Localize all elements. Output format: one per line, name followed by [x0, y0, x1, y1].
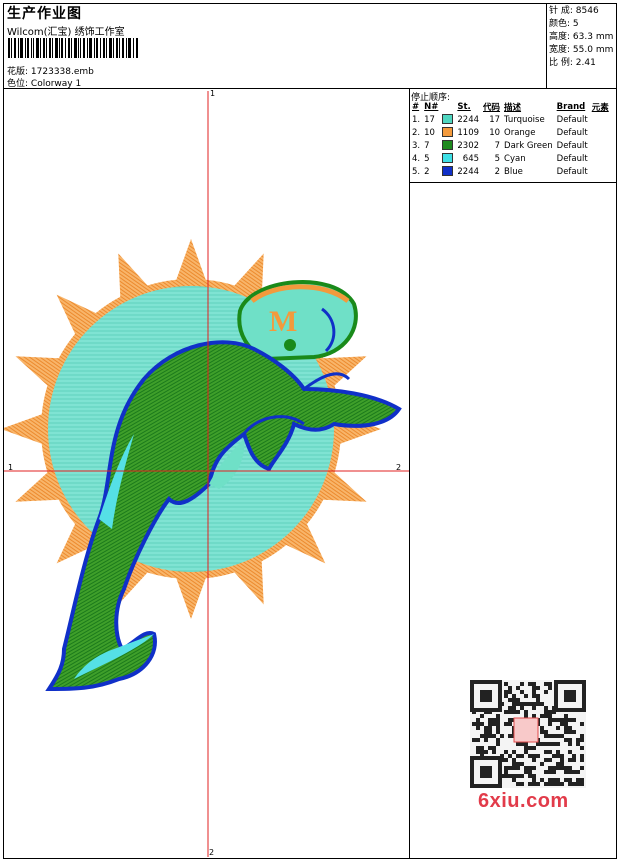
- color-swatch: [442, 153, 454, 164]
- colorway-name: Colorway 1: [30, 79, 82, 89]
- color-swatch: [442, 114, 454, 125]
- axis-label-bottom: 2: [209, 848, 215, 857]
- colorway-line: 色位: Colorway 1: [7, 76, 81, 89]
- helmet: M: [237, 280, 358, 362]
- table-row: 4. 5 645 5 Cyan Default: [412, 153, 588, 164]
- stats-divider: [546, 3, 547, 88]
- table-row: 1. 17 2244 17 Turquoise Default: [412, 114, 588, 125]
- helmet-letter: M: [269, 305, 297, 338]
- design-stats: 针 成: 8546 颜色: 5 高度: 63.3 mm 宽度: 55.0 mm …: [549, 5, 613, 70]
- table-row: 5. 2 2244 2 Blue Default: [412, 166, 588, 177]
- axis-label-top: 1: [210, 89, 216, 98]
- stat-scale: 比 例: 2.41: [549, 58, 596, 68]
- color-swatch: [442, 166, 454, 177]
- color-swatch: [442, 140, 454, 151]
- axis-label-left: 1: [8, 463, 14, 472]
- page-title: 生产作业图: [7, 6, 82, 22]
- table-row: 2. 10 1109 10 Orange Default: [412, 127, 588, 138]
- stat-width: 宽度: 55.0 mm: [549, 45, 614, 55]
- panel-divider: [409, 88, 410, 859]
- company-name: Wilcom(汇宝) 绣饰工作室: [7, 27, 125, 38]
- embroidery-preview: M: [4, 91, 409, 857]
- color-swatch: [442, 127, 454, 138]
- table-divider: [409, 182, 617, 183]
- stat-height: 高度: 63.3 mm: [549, 32, 614, 42]
- qr-code: [470, 680, 586, 788]
- stat-stitches: 针 成: 8546: [549, 6, 599, 16]
- barcode: [8, 38, 138, 58]
- colorway-label: 色位:: [7, 79, 29, 89]
- stat-colors: 颜色: 5: [549, 19, 579, 29]
- table-header-row: # N# St. 代码 描述 Brand 元素: [412, 101, 609, 113]
- axis-label-right: 2: [396, 463, 402, 472]
- table-row: 3. 7 2302 7 Dark Green Default: [412, 140, 588, 151]
- watermark-logo: 6xiu.com: [478, 790, 569, 812]
- color-sequence-table: # N# St. 代码 描述 Brand 元素 1. 17 2244 17 Turquois…: [410, 100, 611, 178]
